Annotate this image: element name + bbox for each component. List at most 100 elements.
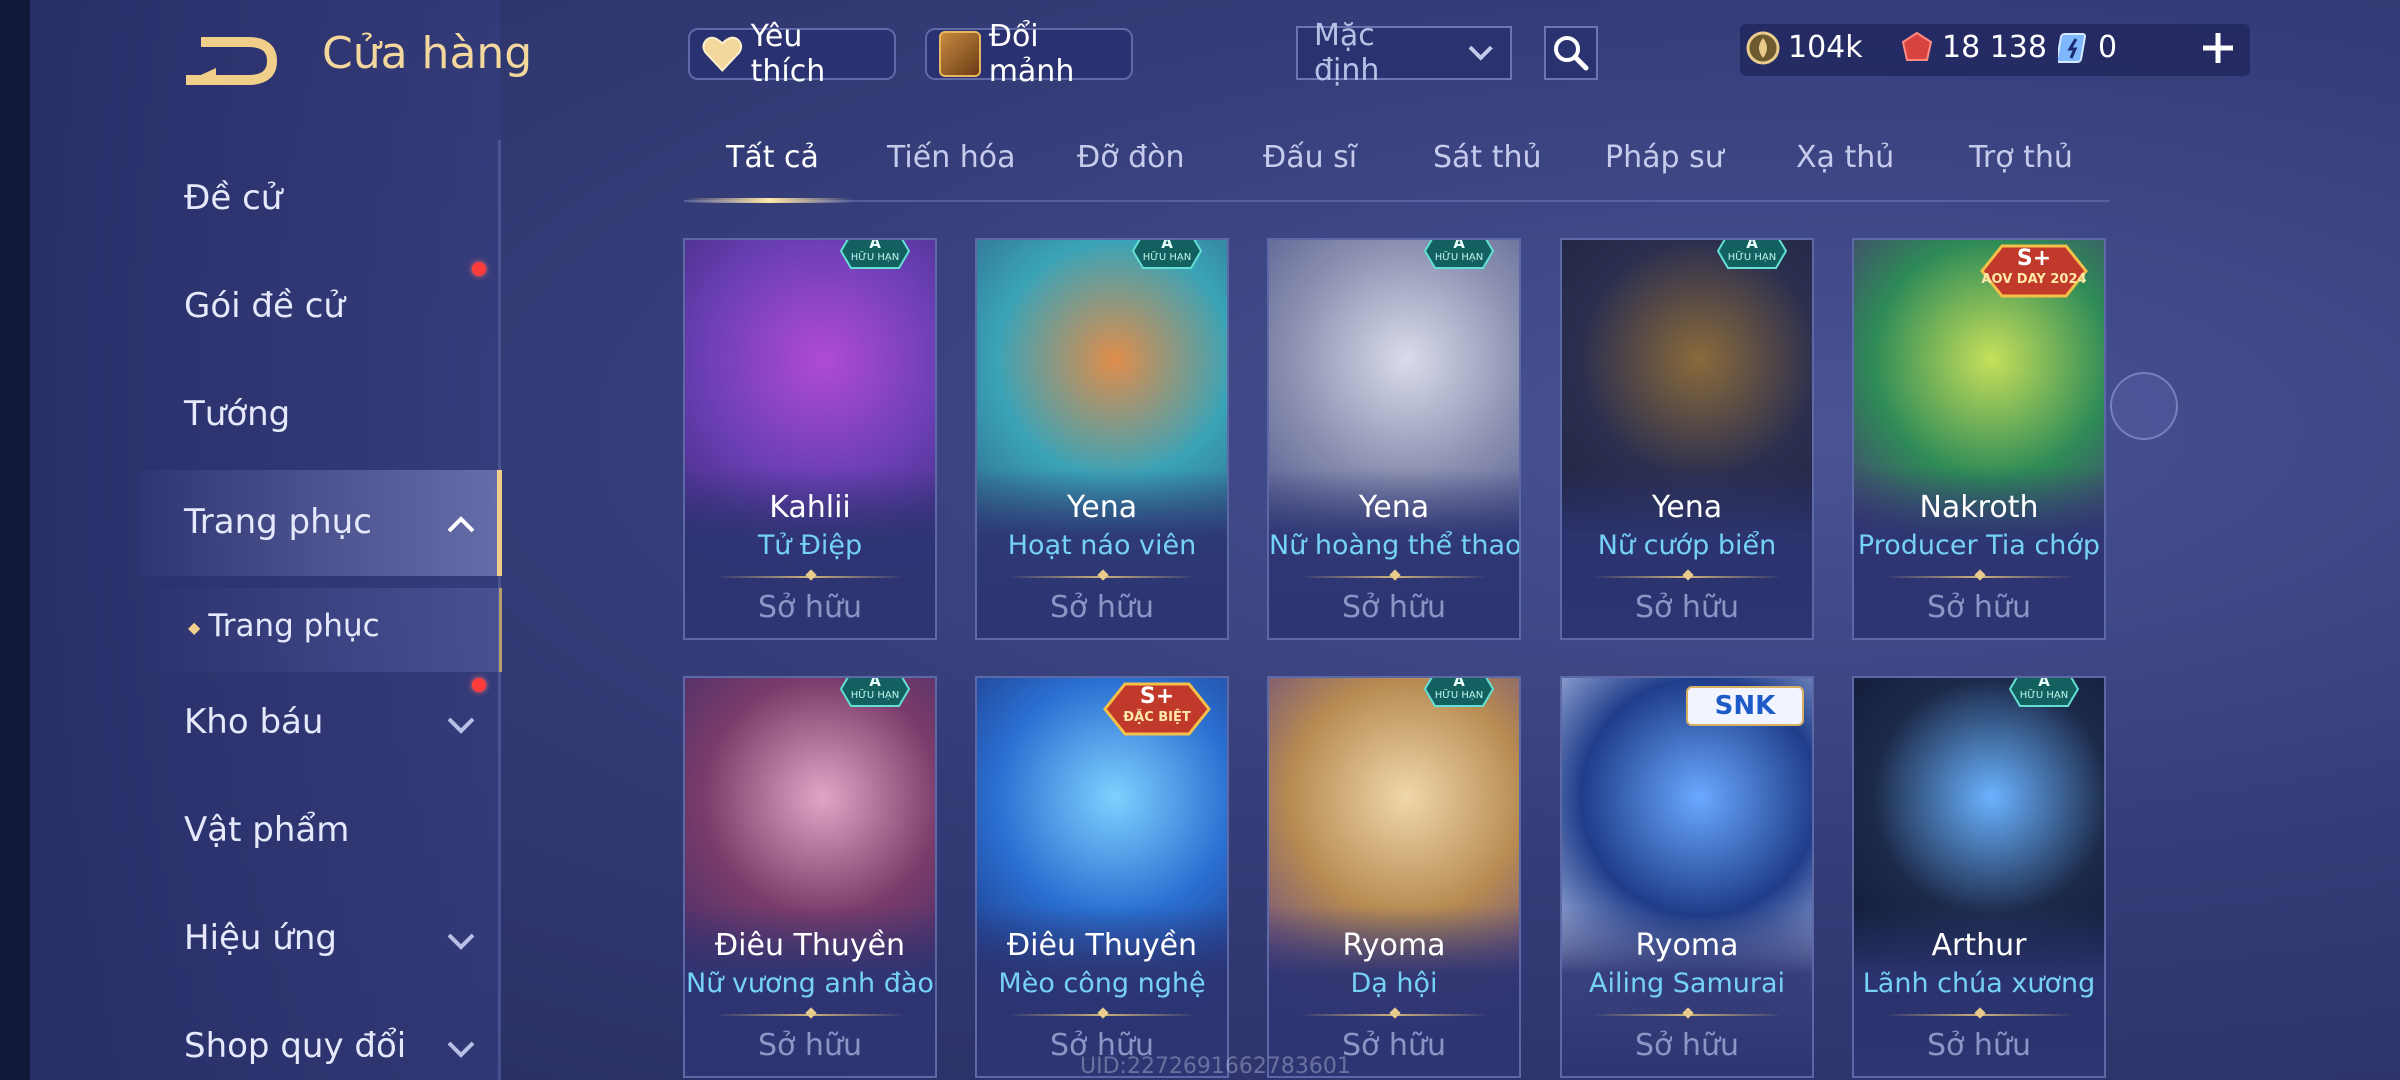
skin-name: Nữ cướp biển — [1597, 530, 1777, 561]
skin-name: Mèo công nghệ — [998, 968, 1206, 999]
owned-status: Sở hữu — [1927, 1028, 2031, 1063]
rank-badge: A HỮU HẠN — [1417, 238, 1501, 272]
skin-name: Dạ hội — [1350, 968, 1438, 999]
badge-rank: A — [1161, 238, 1173, 252]
hero-name: Yena — [1651, 490, 1723, 525]
sidebar-item-effects[interactable]: Hiệu ứng — [184, 918, 337, 958]
tab-support[interactable]: Trợ thủ — [1969, 140, 2073, 175]
skin-name: Tử Điệp — [757, 530, 863, 561]
sidebar-item-recommended-packs[interactable]: Gói đề cử — [184, 286, 345, 326]
screen-left-edge — [0, 0, 30, 1080]
skin-card[interactable]: Yena Hoạt náo viên Sở hữu A HỮU HẠN — [975, 238, 1229, 640]
tab-marksman[interactable]: Xạ thủ — [1796, 140, 1894, 175]
add-currency-button[interactable] — [2196, 26, 2240, 70]
gold-balance: 104k — [1746, 30, 1863, 65]
skin-card[interactable]: Điêu Thuyền Mèo công nghệ Sở hữu S+ ĐẶC BIỆT — [975, 676, 1229, 1078]
skin-name: Ailing Samurai — [1588, 968, 1786, 999]
skin-card[interactable]: Nakroth Producer Tia chớp Sở hữu S+ AOV DAY … — [1852, 238, 2106, 640]
diamond-bullet-icon: ◆ — [188, 618, 201, 637]
badge-rank: A — [1453, 238, 1465, 252]
skin-name: Lãnh chúa xương — [1862, 968, 2096, 999]
category-tabs: Tất cả Tiến hóa Đỡ đòn Đấu sĩ Sát thủ Ph… — [684, 140, 2110, 200]
sidebar-item-skins[interactable]: Trang phục — [184, 502, 372, 542]
tab-fighter[interactable]: Đấu sĩ — [1263, 140, 1357, 175]
tab-mage[interactable]: Pháp sư — [1605, 140, 1724, 175]
gold-amount: 104k — [1788, 30, 1863, 65]
ticket-balance: 0 — [2058, 30, 2117, 65]
hero-name: Nakroth — [1919, 490, 2039, 525]
tab-all[interactable]: Tất cả — [726, 140, 819, 175]
owned-status: Sở hữu — [1635, 590, 1739, 625]
sort-selected-value: Mặc định — [1314, 18, 1380, 88]
skin-card[interactable]: Yena Nữ hoàng thể thao Sở hữu A HỮU HẠN — [1267, 238, 1521, 640]
tab-evolution[interactable]: Tiến hóa — [887, 140, 1016, 175]
owned-status: Sở hữu — [758, 1028, 862, 1063]
skin-name: Hoạt náo viên — [1007, 530, 1197, 561]
owned-status: Sở hữu — [1635, 1028, 1739, 1063]
notification-dot — [472, 678, 486, 692]
search-button[interactable] — [1544, 26, 1598, 80]
badge-subtitle: HỮU HẠN — [850, 252, 900, 263]
rank-badge: A HỮU HẠN — [1417, 676, 1501, 710]
sidebar-item-recommended[interactable]: Đề cử — [184, 178, 282, 218]
hero-name: Yena — [1358, 490, 1430, 525]
skin-name: Producer Tia chớp — [1857, 530, 2101, 561]
badge-subtitle: AOV DAY 2024 — [1981, 272, 2087, 287]
fragment-chest-icon — [939, 31, 981, 77]
gold-coin-icon — [1746, 31, 1780, 64]
user-id: UID:2272691662783601 — [1080, 1054, 1351, 1079]
badge-subtitle: HỮU HẠN — [1727, 252, 1777, 263]
search-icon — [1554, 36, 1589, 71]
heart-icon — [702, 36, 743, 72]
active-tab-indicator — [684, 198, 854, 203]
badge-rank: S+ — [2016, 246, 2052, 271]
tab-tank[interactable]: Đỡ đòn — [1077, 140, 1185, 175]
owned-status: Sở hữu — [758, 590, 862, 625]
hero-name: Arthur — [1931, 928, 2027, 963]
back-button[interactable] — [185, 36, 278, 86]
skin-card[interactable]: Arthur Lãnh chúa xương Sở hữu A HỮU HẠN — [1852, 676, 2106, 1078]
badge-rank: A — [1453, 676, 1465, 690]
badge-subtitle: HỮU HẠN — [2019, 690, 2069, 701]
badge-rank: A — [869, 676, 881, 690]
rank-badge: A HỮU HẠN — [1125, 238, 1209, 272]
owned-status: Sở hữu — [1050, 590, 1154, 625]
sidebar-subitem-skins[interactable]: ◆ Trang phục — [188, 608, 380, 644]
exchange-fragments-button[interactable]: Đổi mảnh — [925, 19, 1133, 89]
skin-card[interactable]: Ryoma Ailing Samurai Sở hữu SNK — [1560, 676, 1814, 1078]
skin-name: Nữ hoàng thể thao — [1269, 530, 1521, 561]
skin-card[interactable]: Yena Nữ cướp biển Sở hữu A HỮU HẠN — [1560, 238, 1814, 640]
sort-dropdown[interactable]: Mặc định — [1296, 18, 1512, 88]
favorites-button[interactable]: Yêu thích — [688, 19, 896, 89]
hero-name: Ryoma — [1342, 928, 1446, 963]
tab-assassin[interactable]: Sát thủ — [1433, 140, 1542, 175]
fragments-label: Đổi mảnh — [988, 19, 1075, 89]
sidebar-item-treasure[interactable]: Kho báu — [184, 702, 323, 742]
owned-status: Sở hữu — [1927, 590, 2031, 625]
voucher-balance: 18 138 — [1900, 30, 2047, 65]
sidebar-item-items[interactable]: Vật phẩm — [184, 810, 349, 850]
skin-card[interactable]: Điêu Thuyền Nữ vương anh đào Sở hữu A HỮU HẠ… — [683, 676, 937, 1078]
badge-subtitle: HỮU HẠN — [850, 690, 900, 701]
skin-card[interactable]: Kahlii Tử Điệp Sở hữu A HỮU HẠN — [683, 238, 937, 640]
back-arrow-icon — [185, 37, 278, 85]
chevron-down-icon — [1468, 45, 1493, 61]
floating-bubble[interactable] — [2110, 372, 2178, 440]
sidebar-item-exchange-shop[interactable]: Shop quy đổi — [184, 1026, 406, 1066]
hero-name: Yena — [1066, 490, 1138, 525]
hero-name: Điêu Thuyền — [714, 928, 906, 963]
skin-card[interactable]: Ryoma Dạ hội Sở hữu A HỮU HẠN — [1267, 676, 1521, 1078]
splus-rank-badge: S+ ĐẶC BIỆT — [1095, 680, 1219, 738]
favorites-label: Yêu thích — [750, 19, 826, 89]
chevron-up-icon — [447, 516, 475, 533]
chevron-down-icon — [447, 933, 475, 950]
badge-subtitle: HỮU HẠN — [1142, 252, 1192, 263]
hero-name: Kahlii — [769, 490, 851, 525]
voucher-amount: 18 138 — [1942, 30, 2047, 65]
rank-badge: A HỮU HẠN — [1710, 240, 1794, 272]
snk-collab-badge: SNK — [1686, 686, 1804, 726]
sidebar-item-heroes[interactable]: Tướng — [184, 394, 290, 434]
rank-badge: A HỮU HẠN — [833, 676, 917, 710]
chevron-down-icon — [447, 717, 475, 734]
owned-status: Sở hữu — [1342, 590, 1446, 625]
